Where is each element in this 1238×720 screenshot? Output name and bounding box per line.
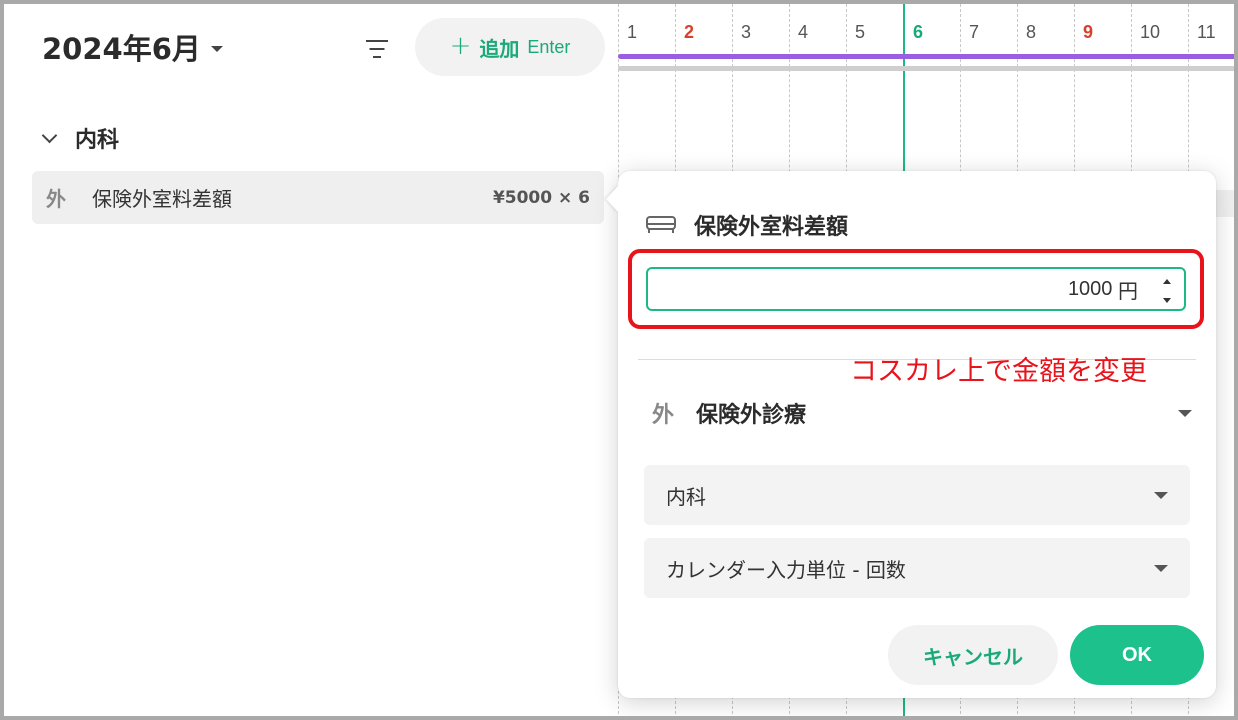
caret-down-icon[interactable] [1178, 409, 1192, 417]
section-label: 内科 [75, 128, 120, 153]
day-label: 7 [969, 22, 980, 42]
insurance-label: 保険外診療 [696, 403, 807, 428]
item-name: 保険外室料差額 [92, 187, 232, 211]
month-label: 2024年6月 [42, 32, 201, 66]
amount-field[interactable]: 1000 円 [646, 267, 1186, 311]
stepper-up-icon[interactable] [1163, 279, 1171, 284]
day-label: 1 [627, 22, 638, 42]
caret-down-icon [1154, 491, 1168, 499]
add-shortcut-hint: Enter [527, 36, 571, 57]
day-label: 9 [1083, 22, 1094, 42]
department-select-value: 内科 [666, 484, 706, 509]
item-price: ¥5000 × 6 [492, 187, 590, 208]
chevron-down-icon [210, 46, 223, 52]
day-label: 10 [1140, 22, 1161, 42]
caret-down-icon [1154, 564, 1168, 572]
bed-icon [646, 216, 676, 233]
day-label: 6 [913, 22, 924, 42]
day-label: 11 [1197, 22, 1216, 42]
amount-value: 1000 [1067, 277, 1113, 300]
plus-icon: + [449, 30, 472, 61]
edit-popover: 保険外室料差額 1000 円 コスカレ上で金額を変更 外 保険外診療 内科 カレ… [618, 171, 1216, 698]
add-button[interactable]: + 追加 Enter [415, 18, 605, 76]
unit-select-value: カレンダー入力単位 - 回数 [666, 557, 906, 582]
day-label: 5 [855, 22, 866, 42]
day-label: 8 [1026, 22, 1037, 42]
popover-title-text: 保険外室料差額 [694, 215, 849, 240]
cancel-button[interactable]: キャンセル [888, 625, 1058, 685]
filter-icon[interactable] [364, 38, 390, 60]
stepper-down-icon[interactable] [1163, 298, 1171, 303]
ok-button[interactable]: OK [1070, 625, 1204, 685]
app-window: 2024年6月 + 追加 Enter 内科 外 保険外室料差額 ¥5000 × … [0, 0, 1238, 720]
item-tag: 外 [46, 187, 66, 211]
month-selector[interactable]: 2024年6月 [42, 26, 223, 68]
department-select[interactable]: 内科 [644, 465, 1190, 525]
amount-stepper[interactable] [1160, 277, 1174, 305]
list-item[interactable]: 外 保険外室料差額 ¥5000 × 6 [32, 171, 604, 224]
highlight-box: 1000 円 [628, 249, 1204, 329]
day-label: 2 [684, 22, 695, 42]
add-button-label: 追加 [479, 36, 520, 61]
day-label: 3 [741, 22, 752, 42]
range-bar-secondary [618, 66, 1234, 71]
insurance-tag: 外 [652, 403, 675, 428]
annotation-text: コスカレ上で金額を変更 [850, 356, 1147, 387]
popover-title: 保険外室料差額 [646, 209, 848, 241]
chevron-down-icon[interactable] [41, 127, 58, 143]
section-header[interactable]: 内科 [41, 122, 120, 154]
unit-select[interactable]: カレンダー入力単位 - 回数 [644, 538, 1190, 598]
insurance-type-selector[interactable]: 外 保険外診療 [652, 397, 1192, 429]
amount-unit: 円 [1118, 280, 1138, 303]
day-label: 4 [798, 22, 809, 42]
range-bar [618, 54, 1234, 59]
